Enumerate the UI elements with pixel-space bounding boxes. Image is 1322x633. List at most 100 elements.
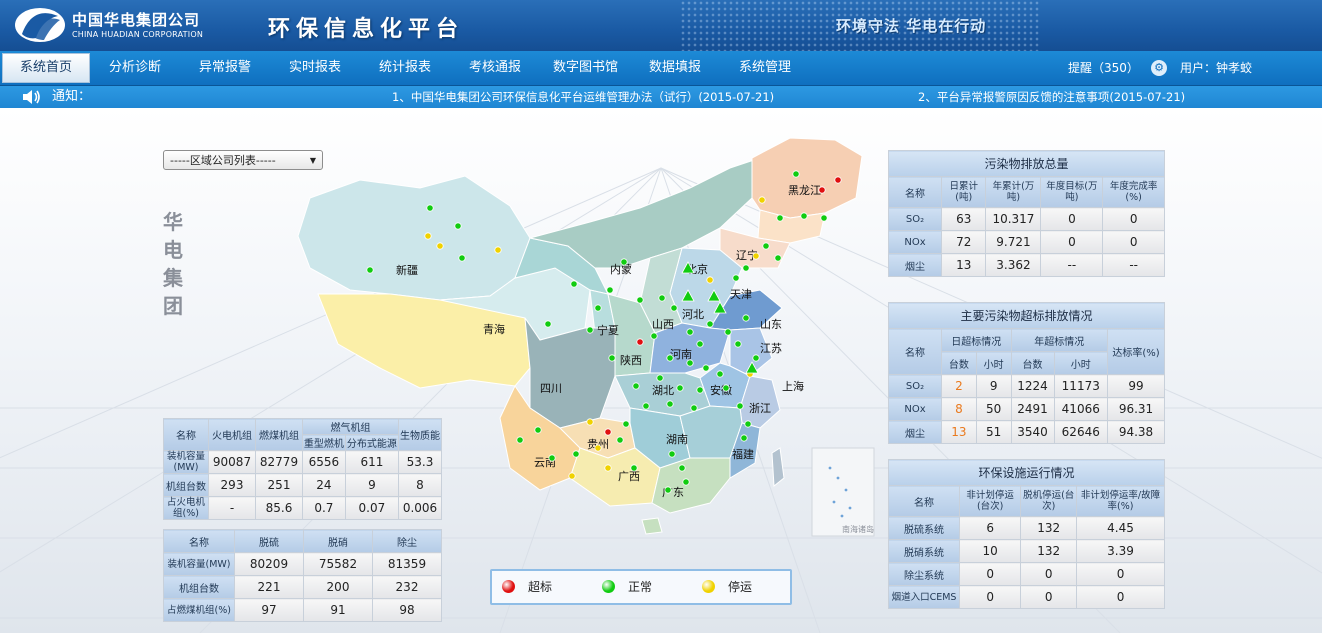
plant-marker[interactable]: [424, 232, 432, 240]
plant-marker[interactable]: [706, 320, 714, 328]
plant-marker[interactable]: [820, 214, 828, 222]
nav-alarm[interactable]: 异常报警: [199, 51, 251, 85]
nav-statistics-report[interactable]: 统计报表: [379, 51, 431, 85]
plant-marker[interactable]: [658, 294, 666, 302]
plant-marker[interactable]: [696, 386, 704, 394]
nav-realtime-report[interactable]: 实时报表: [289, 51, 341, 85]
current-user[interactable]: 用户：钟孝蛟: [1180, 51, 1252, 85]
legend-normal-label: 正常: [628, 580, 653, 594]
plant-marker[interactable]: [622, 420, 630, 428]
nav-data-entry[interactable]: 数据填报: [649, 51, 701, 85]
province-label: 湖南: [666, 433, 688, 446]
plant-marker[interactable]: [586, 418, 594, 426]
plant-marker[interactable]: [706, 276, 714, 284]
cell: 0.07: [344, 496, 400, 520]
plant-marker[interactable]: [740, 434, 748, 442]
plant-marker[interactable]: [594, 304, 602, 312]
plant-marker[interactable]: [630, 464, 638, 472]
plant-marker[interactable]: [636, 296, 644, 304]
plant-marker[interactable]: [800, 212, 808, 220]
plant-marker[interactable]: [716, 370, 724, 378]
reminder-link[interactable]: 提醒（350）: [1068, 51, 1139, 85]
plant-marker[interactable]: [742, 314, 750, 322]
table-title: 污染物排放总量: [888, 150, 1165, 177]
col-header: 生物质能: [398, 418, 442, 451]
plant-marker[interactable]: [668, 450, 676, 458]
plant-marker[interactable]: [544, 320, 552, 328]
plant-marker[interactable]: [366, 266, 374, 274]
plant-marker[interactable]: [572, 450, 580, 458]
cell: 0: [1102, 230, 1165, 254]
plant-marker[interactable]: [650, 332, 658, 340]
plant-marker[interactable]: [608, 354, 616, 362]
plant-marker[interactable]: [616, 436, 624, 444]
col-header: 日累计(吨): [940, 176, 987, 208]
huadian-logo-icon: [15, 8, 65, 42]
plant-marker[interactable]: [568, 472, 576, 480]
plant-marker[interactable]: [732, 274, 740, 282]
plant-marker[interactable]: [548, 454, 556, 462]
plant-marker[interactable]: [686, 328, 694, 336]
plant-marker[interactable]: [818, 186, 826, 194]
plant-marker[interactable]: [632, 382, 640, 390]
plant-marker[interactable]: [606, 286, 614, 294]
plant-marker[interactable]: [834, 176, 842, 184]
plant-marker[interactable]: [758, 196, 766, 204]
plant-marker[interactable]: [742, 264, 750, 272]
plant-marker[interactable]: [636, 338, 644, 346]
notice-item-2[interactable]: 2、平台异常报警原因反馈的注意事项(2015-07-21): [918, 86, 1185, 108]
plant-marker[interactable]: [426, 204, 434, 212]
plant-marker[interactable]: [762, 242, 770, 250]
cell: 2491: [1010, 397, 1055, 421]
plant-marker[interactable]: [722, 384, 730, 392]
nav-assessment[interactable]: 考核通报: [469, 51, 521, 85]
plant-marker[interactable]: [686, 359, 694, 367]
cell: 10: [958, 539, 1022, 563]
cell: 80209: [234, 552, 304, 576]
plant-marker[interactable]: [702, 364, 710, 372]
notice-item-1[interactable]: 1、中国华电集团公司环保信息化平台运维管理办法（试行）(2015-07-21): [392, 86, 774, 108]
plant-marker[interactable]: [534, 426, 542, 434]
plant-marker[interactable]: [586, 326, 594, 334]
plant-marker[interactable]: [664, 486, 672, 494]
plant-marker[interactable]: [670, 304, 678, 312]
plant-marker[interactable]: [494, 246, 502, 254]
plant-marker[interactable]: [516, 436, 524, 444]
plant-marker[interactable]: [454, 222, 462, 230]
nav-system-admin[interactable]: 系统管理: [739, 51, 791, 85]
plant-marker[interactable]: [696, 340, 704, 348]
nav-digital-library[interactable]: 数字图书馆: [553, 51, 618, 85]
province-label: 黑龙江: [788, 184, 821, 197]
plant-marker[interactable]: [666, 354, 674, 362]
plant-marker[interactable]: [570, 280, 578, 288]
cell-link[interactable]: 8: [941, 397, 977, 421]
plant-marker[interactable]: [792, 170, 800, 178]
plant-marker[interactable]: [458, 254, 466, 262]
plant-marker[interactable]: [594, 444, 602, 452]
cell: 0: [958, 562, 1022, 586]
plant-marker[interactable]: [436, 242, 444, 250]
plant-marker[interactable]: [620, 258, 628, 266]
plant-marker[interactable]: [734, 340, 742, 348]
plant-marker[interactable]: [752, 354, 760, 362]
plant-marker[interactable]: [604, 428, 612, 436]
plant-marker[interactable]: [690, 404, 698, 412]
plant-marker[interactable]: [604, 464, 612, 472]
plant-marker[interactable]: [682, 478, 690, 486]
plant-marker[interactable]: [774, 254, 782, 262]
cell-link[interactable]: 13: [941, 420, 977, 444]
nav-analysis[interactable]: 分析诊断: [109, 51, 161, 85]
plant-marker[interactable]: [656, 374, 664, 382]
plant-marker[interactable]: [678, 464, 686, 472]
cell-link[interactable]: 2: [941, 374, 977, 398]
plant-marker[interactable]: [724, 328, 732, 336]
plant-marker[interactable]: [744, 420, 752, 428]
plant-marker[interactable]: [736, 402, 744, 410]
plant-marker[interactable]: [676, 384, 684, 392]
nav-home[interactable]: 系统首页: [2, 53, 90, 83]
plant-marker[interactable]: [666, 400, 674, 408]
plant-marker[interactable]: [776, 214, 784, 222]
plant-marker[interactable]: [642, 402, 650, 410]
province-guangxi: [569, 447, 661, 507]
plant-marker[interactable]: [752, 252, 760, 260]
